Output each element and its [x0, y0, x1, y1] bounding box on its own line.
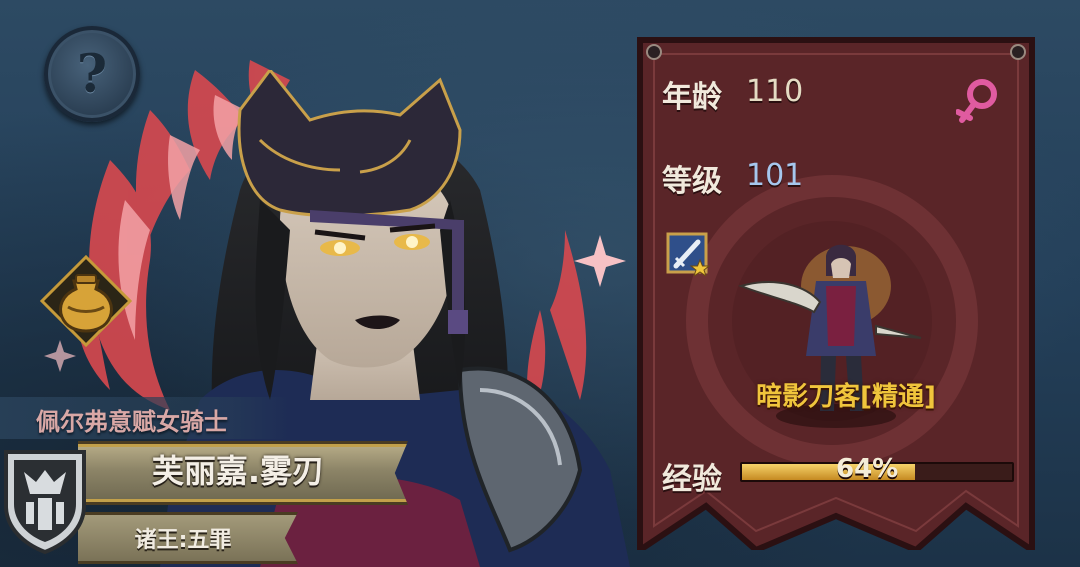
stats-panel: 年龄 110 等级 101 暗影刀客[精通] 经验 64%	[636, 36, 1036, 550]
character-name: 芙丽嘉.雾刃	[151, 452, 325, 490]
potion-bag-icon[interactable]	[40, 255, 132, 347]
question-icon: ?	[76, 43, 108, 105]
level-label: 等级	[662, 164, 722, 199]
game-scene: ? 佩尔弗意赋女骑士 芙丽嘉.雾刃 诸王:五罪 年龄 110 等级 101 暗影…	[0, 0, 1080, 567]
level-value: 101	[746, 158, 804, 193]
age-label: 年龄	[662, 80, 722, 115]
character-title: 佩尔弗意赋女骑士	[36, 408, 228, 436]
class-name: 暗影刀客[精通]	[756, 382, 936, 412]
female-icon	[956, 79, 997, 123]
age-value: 110	[746, 74, 804, 109]
banner-trim-bottom	[78, 499, 408, 502]
exp-percent: 64%	[836, 454, 899, 484]
shield-crest-icon[interactable]	[2, 446, 88, 554]
sword-star-icon[interactable]	[666, 232, 710, 276]
character-faction: 诸王:五罪	[134, 528, 232, 553]
help-button[interactable]: ?	[44, 26, 140, 122]
exp-label: 经验	[662, 462, 722, 497]
